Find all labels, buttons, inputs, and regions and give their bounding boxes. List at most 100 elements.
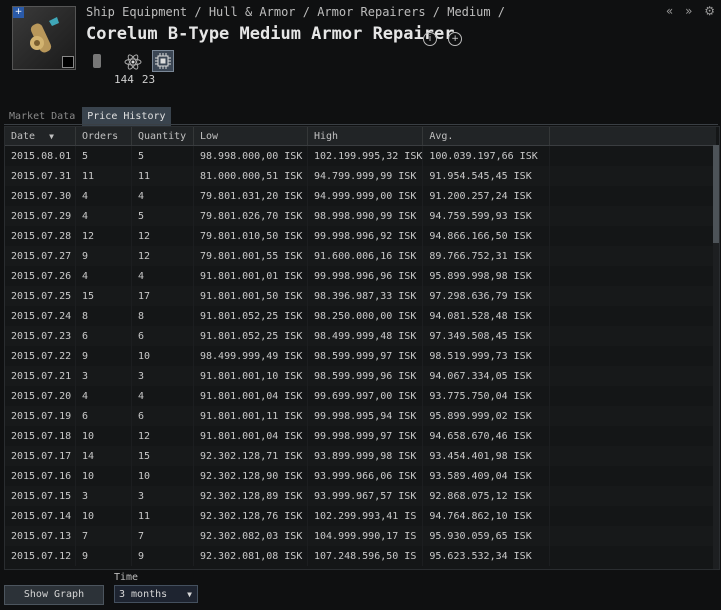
table-row[interactable]: 2015.07.24 8 8 91.801.052,25 ISK 98.250.000,… xyxy=(5,306,717,326)
cell-low: 79.801.026,70 ISK xyxy=(193,206,308,226)
cell-orders: 4 xyxy=(75,386,132,406)
table-row[interactable]: 2015.07.15 3 3 92.302.128,89 ISK 93.999.967,… xyxy=(5,486,717,506)
table-row[interactable]: 2015.07.26 4 4 91.801.001,01 ISK 99.998.996,… xyxy=(5,266,717,286)
cell-date: 2015.07.12 xyxy=(5,546,76,566)
back-icon[interactable]: « xyxy=(666,4,673,18)
atom-icon[interactable] xyxy=(123,52,142,70)
column-avg[interactable]: Avg. xyxy=(422,127,551,146)
cell-filler xyxy=(549,366,717,386)
time-range-select[interactable]: 3 months ▼ xyxy=(114,585,198,603)
cell-date: 2015.07.26 xyxy=(5,266,76,286)
cell-high: 104.999.990,17 IS xyxy=(307,526,424,546)
cell-orders: 6 xyxy=(75,406,132,426)
cell-date: 2015.07.29 xyxy=(5,206,76,226)
table-row[interactable]: 2015.07.14 10 11 92.302.128,76 ISK 102.299.9… xyxy=(5,506,717,526)
cell-high: 98.599.999,97 ISK xyxy=(307,346,424,366)
cell-quantity: 11 xyxy=(131,166,194,186)
table-row[interactable]: 2015.07.30 4 4 79.801.031,20 ISK 94.999.999,… xyxy=(5,186,717,206)
table-row[interactable]: 2015.07.20 4 4 91.801.001,04 ISK 99.699.997,… xyxy=(5,386,717,406)
cell-quantity: 5 xyxy=(131,206,194,226)
cell-avg: 94.067.334,05 ISK xyxy=(422,366,551,386)
cell-orders: 14 xyxy=(75,446,132,466)
cell-high: 94.999.999,00 ISK xyxy=(307,186,424,206)
cpu-chip-icon[interactable] xyxy=(152,50,175,72)
table-row[interactable]: 2015.07.13 7 7 92.302.082,03 ISK 104.999.990… xyxy=(5,526,717,546)
table-row[interactable]: 2015.07.12 9 9 92.302.081,08 ISK 107.248.596… xyxy=(5,546,717,566)
table-row[interactable]: 2015.07.27 9 12 79.801.001,55 ISK 91.600.006… xyxy=(5,246,717,266)
info-corner-icon xyxy=(62,56,74,68)
cell-avg: 94.081.528,48 ISK xyxy=(422,306,551,326)
cell-orders: 10 xyxy=(75,506,132,526)
column-orders[interactable]: Orders xyxy=(75,127,132,146)
market-details-window: + Ship Equipment / Hull & Armor / Armor … xyxy=(0,0,721,610)
table-row[interactable]: 2015.08.01 5 5 98.998.000,00 ISK 102.199.995… xyxy=(5,145,717,166)
column-high[interactable]: High xyxy=(307,127,424,146)
table-row[interactable]: 2015.07.16 10 10 92.302.128,90 ISK 93.999.96… xyxy=(5,466,717,486)
cell-low: 91.801.001,01 ISK xyxy=(193,266,308,286)
table-row[interactable]: 2015.07.29 4 5 79.801.026,70 ISK 98.998.990,… xyxy=(5,206,717,226)
cell-avg: 93.589.409,04 ISK xyxy=(422,466,551,486)
cell-orders: 5 xyxy=(75,145,132,166)
table-row[interactable]: 2015.07.28 12 12 79.801.010,50 ISK 99.998.99… xyxy=(5,226,717,246)
column-low[interactable]: Low xyxy=(193,127,308,146)
info-icon[interactable]: i xyxy=(423,31,437,46)
cell-quantity: 6 xyxy=(131,406,194,426)
scrollbar-thumb[interactable] xyxy=(713,145,719,243)
cell-filler xyxy=(549,446,717,466)
table-row[interactable]: 2015.07.17 14 15 92.302.128,71 ISK 93.899.99… xyxy=(5,446,717,466)
cell-filler xyxy=(549,246,717,266)
cell-high: 102.199.995,32 ISK xyxy=(307,145,424,166)
cell-low: 92.302.128,89 ISK xyxy=(193,486,308,506)
cell-orders: 6 xyxy=(75,326,132,346)
cell-filler xyxy=(549,506,717,526)
cell-avg: 98.519.999,73 ISK xyxy=(422,346,551,366)
breadcrumb[interactable]: Ship Equipment / Hull & Armor / Armor Re… xyxy=(86,5,505,21)
column-date[interactable]: Date ▼ xyxy=(5,127,76,146)
cell-orders: 9 xyxy=(75,246,132,266)
cell-low: 79.801.001,55 ISK xyxy=(193,246,308,266)
cell-avg: 91.954.545,45 ISK xyxy=(422,166,551,186)
attribute-values: 144 23 xyxy=(114,73,163,86)
cell-filler xyxy=(549,166,717,186)
cell-avg: 94.764.862,10 ISK xyxy=(422,506,551,526)
time-label: Time xyxy=(114,572,139,583)
cell-orders: 8 xyxy=(75,306,132,326)
cell-high: 99.998.995,94 ISK xyxy=(307,406,424,426)
table-row[interactable]: 2015.07.22 9 10 98.499.999,49 ISK 98.599.999… xyxy=(5,346,717,366)
cell-low: 91.801.001,04 ISK xyxy=(193,426,308,446)
cell-high: 98.396.987,33 ISK xyxy=(307,286,424,306)
cell-filler xyxy=(549,286,717,306)
cell-filler xyxy=(549,386,717,406)
cell-avg: 94.658.670,46 ISK xyxy=(422,426,551,446)
cell-date: 2015.07.30 xyxy=(5,186,76,206)
table-row[interactable]: 2015.07.25 15 17 91.801.001,50 ISK 98.396.98… xyxy=(5,286,717,306)
cell-avg: 97.298.636,79 ISK xyxy=(422,286,551,306)
show-graph-button[interactable]: Show Graph xyxy=(4,585,104,605)
column-quantity[interactable]: Quantity xyxy=(131,127,194,146)
table-row[interactable]: 2015.07.23 6 6 91.801.052,25 ISK 98.499.999,… xyxy=(5,326,717,346)
cell-orders: 9 xyxy=(75,346,132,366)
table-row[interactable]: 2015.07.31 11 11 81.000.000,51 ISK 94.799.99… xyxy=(5,166,717,186)
cell-high: 98.599.999,96 ISK xyxy=(307,366,424,386)
gear-icon[interactable]: ⚙ xyxy=(704,4,715,18)
cell-low: 92.302.081,08 ISK xyxy=(193,546,308,566)
table-row[interactable]: 2015.07.19 6 6 91.801.001,11 ISK 99.998.995,… xyxy=(5,406,717,426)
cell-avg: 97.349.508,45 ISK xyxy=(422,326,551,346)
forward-icon[interactable]: » xyxy=(685,4,692,18)
target-icon[interactable]: + xyxy=(448,31,463,46)
table-row[interactable]: 2015.07.21 3 3 91.801.001,10 ISK 98.599.999,… xyxy=(5,366,717,386)
cell-filler xyxy=(549,226,717,246)
cell-date: 2015.07.18 xyxy=(5,426,76,446)
table-row[interactable]: 2015.07.18 10 12 91.801.001,04 ISK 99.998.99… xyxy=(5,426,717,446)
cell-quantity: 4 xyxy=(131,186,194,206)
item-icon[interactable]: + xyxy=(12,6,76,70)
cell-avg: 95.899.998,98 ISK xyxy=(422,266,551,286)
cell-orders: 10 xyxy=(75,466,132,486)
cell-quantity: 4 xyxy=(131,266,194,286)
cylinder-icon[interactable] xyxy=(90,52,108,70)
time-range-value: 3 months xyxy=(119,589,168,600)
cell-high: 99.998.996,92 ISK xyxy=(307,226,424,246)
tab-divider xyxy=(4,124,718,125)
cell-avg: 95.930.059,65 ISK xyxy=(422,526,551,546)
cell-quantity: 17 xyxy=(131,286,194,306)
